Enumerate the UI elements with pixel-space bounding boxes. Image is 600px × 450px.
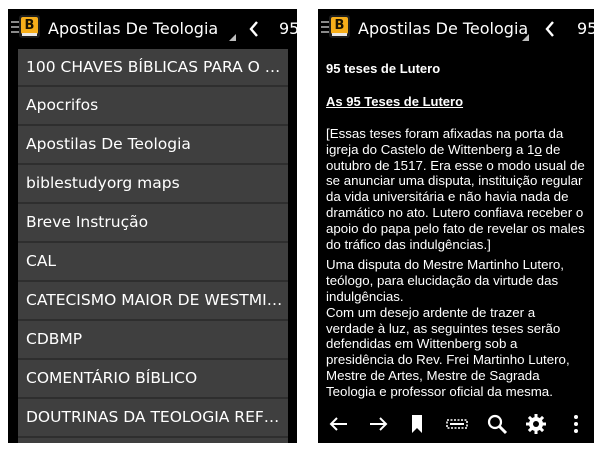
- paragraph: Uma disputa do Mestre Martinho Lutero, t…: [326, 257, 564, 304]
- search-icon[interactable]: [484, 411, 510, 437]
- forward-arrow-icon[interactable]: [365, 411, 391, 437]
- reader-content[interactable]: 95 teses de Lutero As 95 Teses de Lutero…: [318, 49, 594, 404]
- dropdown-indicator-icon: [522, 34, 529, 41]
- book-selector[interactable]: Apostilas De Teologia: [48, 18, 218, 40]
- action-bar: B Apostilas De Teologia 95: [8, 9, 297, 49]
- list-item[interactable]: CDBMP: [18, 321, 288, 360]
- chapter-number[interactable]: 95: [279, 18, 297, 40]
- chapter-number[interactable]: 95: [577, 18, 594, 40]
- book-selector[interactable]: Apostilas De Teologia: [358, 18, 528, 40]
- overflow-menu-icon[interactable]: [563, 411, 589, 437]
- list-item[interactable]: DOUTRINAS DA TEOLOGIA REFORMADA: [18, 399, 288, 438]
- bookmark-icon[interactable]: [404, 411, 430, 437]
- drawer-menu-icon[interactable]: [321, 21, 329, 33]
- chapter-heading: 95 teses de Lutero: [326, 61, 441, 76]
- list-item[interactable]: CATECISMO MAIOR DE WESTMINSTER: [18, 282, 288, 321]
- app-logo-icon[interactable]: B: [329, 15, 350, 38]
- list-item[interactable]: CAL: [18, 243, 288, 282]
- book-list-screen: B Apostilas De Teologia 95 100 CHAVES BÍ…: [8, 9, 297, 443]
- action-bar: B Apostilas De Teologia 95: [318, 9, 594, 49]
- chevron-left-icon[interactable]: [248, 18, 260, 40]
- app-logo-icon[interactable]: B: [19, 15, 40, 38]
- book-list: 100 CHAVES BÍBLICAS PARA O ACONSELHAMENT…: [18, 49, 288, 443]
- dropdown-indicator-icon: [229, 34, 236, 41]
- section-link[interactable]: As 95 Teses de Lutero: [326, 94, 586, 110]
- intro-paragraph: [Essas teses foram afixadas na porta da …: [326, 126, 585, 252]
- bottom-toolbar: [318, 405, 594, 443]
- chevron-left-icon[interactable]: [544, 18, 556, 40]
- list-item[interactable]: COMENTÁRIO BÍBLICO: [18, 360, 288, 399]
- list-item[interactable]: 100 CHAVES BÍBLICAS PARA O ACONSELHAMENT…: [18, 49, 288, 87]
- gear-icon[interactable]: [523, 411, 549, 437]
- list-item[interactable]: Apostilas De Teologia: [18, 126, 288, 165]
- list-item[interactable]: Apocrifos: [18, 87, 288, 126]
- drawer-menu-icon[interactable]: [11, 21, 19, 33]
- reader-screen: B Apostilas De Teologia 95 95 teses de L…: [318, 9, 594, 443]
- paragraph: Com um desejo ardente de trazer a verdad…: [326, 304, 570, 399]
- back-arrow-icon[interactable]: [326, 411, 352, 437]
- list-item[interactable]: biblestudyorg maps: [18, 165, 288, 204]
- list-item[interactable]: Breve Instrução: [18, 204, 288, 243]
- highlight-icon[interactable]: [444, 411, 470, 437]
